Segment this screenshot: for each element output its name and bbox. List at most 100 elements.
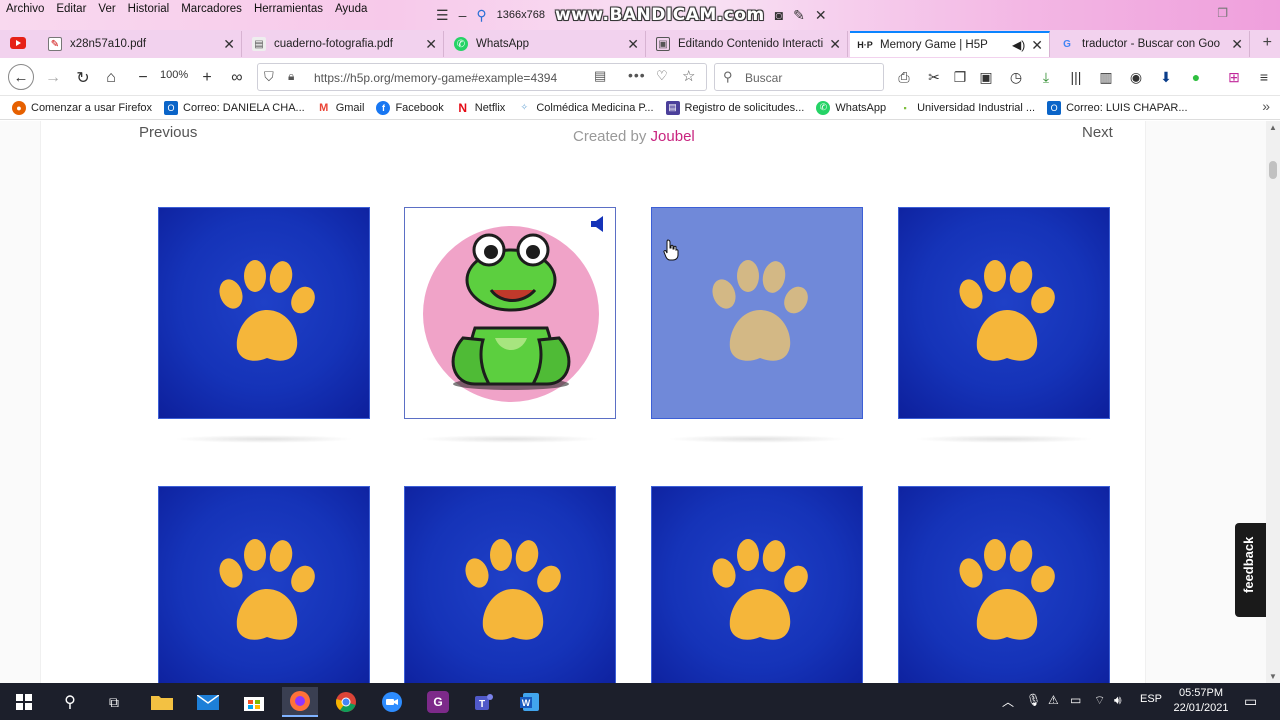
feedback-tab[interactable]: feedback xyxy=(1235,523,1266,617)
bookmark-facebook[interactable]: f Facebook xyxy=(376,100,444,115)
firefox-taskbar-button[interactable] xyxy=(282,687,318,717)
search-button[interactable]: ⚲ xyxy=(52,687,88,717)
wifi-icon[interactable]: ⌔ xyxy=(1094,693,1105,708)
bookmark-correo-daniela[interactable]: O Correo: DANIELA CHA... xyxy=(164,100,305,115)
menu-historial[interactable]: Historial xyxy=(128,3,170,15)
print-icon[interactable]: ⎙ xyxy=(894,68,914,86)
url-text[interactable]: https://h5p.org/memory-game#example=4394 xyxy=(314,71,584,85)
teams-taskbar-button[interactable]: T xyxy=(466,687,502,717)
restore-icon[interactable]: ❐ xyxy=(1217,6,1228,20)
copy-icon[interactable]: ❐ xyxy=(950,68,970,86)
sidebar-icon[interactable]: ▥ xyxy=(1096,68,1116,86)
battery-icon[interactable]: ▭ xyxy=(1070,693,1081,707)
youtube-icon[interactable] xyxy=(10,37,26,49)
network-warning-icon[interactable]: ⚠ xyxy=(1048,693,1059,707)
forward-button[interactable]: → xyxy=(42,67,64,89)
bookmark-firefox[interactable]: ● Comenzar a usar Firefox xyxy=(12,100,152,115)
menu-archivo[interactable]: Archivo xyxy=(6,3,44,15)
bookmark-star-icon[interactable]: ☆ xyxy=(682,67,695,85)
reader-view-icon[interactable]: ▤ xyxy=(594,68,606,84)
download-icon[interactable]: ⤓ xyxy=(1036,68,1056,86)
menu-marcadores[interactable]: Marcadores xyxy=(181,3,242,15)
speaker-icon[interactable]: ◀) xyxy=(1012,38,1025,52)
reload-button[interactable]: ↻ xyxy=(72,67,94,89)
paste-icon[interactable]: ▣ xyxy=(976,68,996,86)
microphone-icon[interactable]: 🎙︎ xyxy=(1026,693,1041,707)
speaker-icon[interactable] xyxy=(589,214,607,234)
close-icon[interactable]: ✕ xyxy=(627,36,639,53)
pocket-icon[interactable]: ♡ xyxy=(656,68,668,84)
menu-ver[interactable]: Ver xyxy=(98,3,115,15)
lock-icon[interactable]: 🔒︎ xyxy=(288,69,294,84)
bookmark-colmedica[interactable]: ✧ Colmédica Medicina P... xyxy=(517,100,654,115)
store-button[interactable] xyxy=(236,687,272,717)
tab-memory-game[interactable]: H·P Memory Game | H5P ◀) ✕ xyxy=(850,31,1050,57)
zoom-taskbar-button[interactable] xyxy=(374,687,410,717)
vertical-scrollbar[interactable]: ▲ ▼ xyxy=(1266,121,1280,683)
pdf-app-taskbar-button[interactable]: G xyxy=(420,687,456,717)
memory-card[interactable] xyxy=(158,486,370,683)
close-icon[interactable]: ✕ xyxy=(425,36,437,53)
volume-icon[interactable]: 🔊︎ xyxy=(1114,693,1122,708)
close-icon[interactable]: ✕ xyxy=(1231,36,1243,53)
chrome-taskbar-button[interactable] xyxy=(328,687,364,717)
zoom-level[interactable]: 100% xyxy=(160,69,188,81)
tab-pdf-x28[interactable]: ✎ x28n57a10.pdf ✕ xyxy=(40,31,242,57)
extension-dark-icon[interactable]: ◉ xyxy=(1126,68,1146,86)
zoom-out-button[interactable]: − xyxy=(132,67,154,89)
task-view-button[interactable]: ⧉ xyxy=(96,687,132,717)
start-button[interactable] xyxy=(6,687,42,717)
joubel-link[interactable]: Joubel xyxy=(651,128,695,145)
close-icon[interactable]: ✕ xyxy=(223,36,235,53)
hamburger-menu-icon[interactable]: ≡ xyxy=(1254,68,1274,86)
pencil-icon[interactable]: ✎ xyxy=(793,7,805,24)
previous-link[interactable]: Previous xyxy=(139,124,197,141)
bookmark-correo-luis[interactable]: O Correo: LUIS CHAPAR... xyxy=(1047,100,1188,115)
word-taskbar-button[interactable]: W xyxy=(512,687,548,717)
memory-card[interactable] xyxy=(404,486,616,683)
tab-cuaderno[interactable]: ▤ cuaderno-fotografia.pdf ✕ xyxy=(244,31,444,57)
camera-icon[interactable]: ◙ xyxy=(775,7,783,23)
pin-icon[interactable]: ⚲ xyxy=(476,7,486,24)
tab-whatsapp[interactable]: ✆ WhatsApp ✕ xyxy=(446,31,646,57)
zoom-in-button[interactable]: + xyxy=(196,67,218,89)
memory-card[interactable] xyxy=(898,486,1110,683)
menu-lines-icon[interactable]: ☰ xyxy=(436,7,449,24)
close-icon[interactable]: ✕ xyxy=(829,36,841,53)
memory-card-hover[interactable] xyxy=(651,207,863,419)
next-link[interactable]: Next xyxy=(1082,124,1113,141)
minimize-icon[interactable]: – xyxy=(459,7,467,23)
history-icon[interactable]: ◷ xyxy=(1006,68,1026,86)
bookmark-registro[interactable]: ▤ Registro de solicitudes... xyxy=(665,100,804,115)
notifications-icon[interactable]: ▭ xyxy=(1244,693,1257,710)
memory-card[interactable] xyxy=(651,486,863,683)
mail-button[interactable] xyxy=(190,687,226,717)
scroll-up-icon[interactable]: ▲ xyxy=(1269,123,1277,132)
memory-card-flipped[interactable] xyxy=(404,207,616,419)
save-download-icon[interactable]: ⬇ xyxy=(1156,68,1176,86)
menu-ayuda[interactable]: Ayuda xyxy=(335,3,367,15)
bookmark-netflix[interactable]: N Netflix xyxy=(455,100,505,115)
tab-editando[interactable]: ▣ Editando Contenido Interacti ✕ xyxy=(648,31,848,57)
memory-card[interactable] xyxy=(158,207,370,419)
close-icon[interactable]: ✕ xyxy=(1031,37,1043,54)
extension-button[interactable]: ∞ xyxy=(226,67,248,89)
menu-herramientas[interactable]: Herramientas xyxy=(254,3,323,15)
back-button[interactable]: ← xyxy=(8,64,34,90)
home-button[interactable]: ⌂ xyxy=(100,67,122,89)
apps-icon[interactable]: ⊞ xyxy=(1224,68,1244,86)
memory-card[interactable] xyxy=(898,207,1110,419)
file-explorer-button[interactable] xyxy=(144,687,180,717)
tab-traductor[interactable]: G traductor - Buscar con Goo ✕ xyxy=(1052,31,1250,57)
library-icon[interactable]: ||| xyxy=(1066,68,1086,86)
clock[interactable]: 05:57PM 22/01/2021 xyxy=(1170,686,1232,716)
scroll-thumb[interactable] xyxy=(1269,161,1277,179)
bookmark-whatsapp[interactable]: ✆ WhatsApp xyxy=(816,100,886,115)
chevron-right-icon[interactable]: » xyxy=(1262,98,1270,114)
close-icon[interactable]: ✕ xyxy=(815,7,827,24)
bookmark-uis[interactable]: ▪ Universidad Industrial ... xyxy=(898,100,1035,115)
scroll-down-icon[interactable]: ▼ xyxy=(1269,672,1277,681)
cut-icon[interactable]: ✂ xyxy=(924,68,944,86)
bookmark-gmail[interactable]: M Gmail xyxy=(316,100,364,115)
search-input[interactable]: ⚲ Buscar xyxy=(714,63,884,91)
